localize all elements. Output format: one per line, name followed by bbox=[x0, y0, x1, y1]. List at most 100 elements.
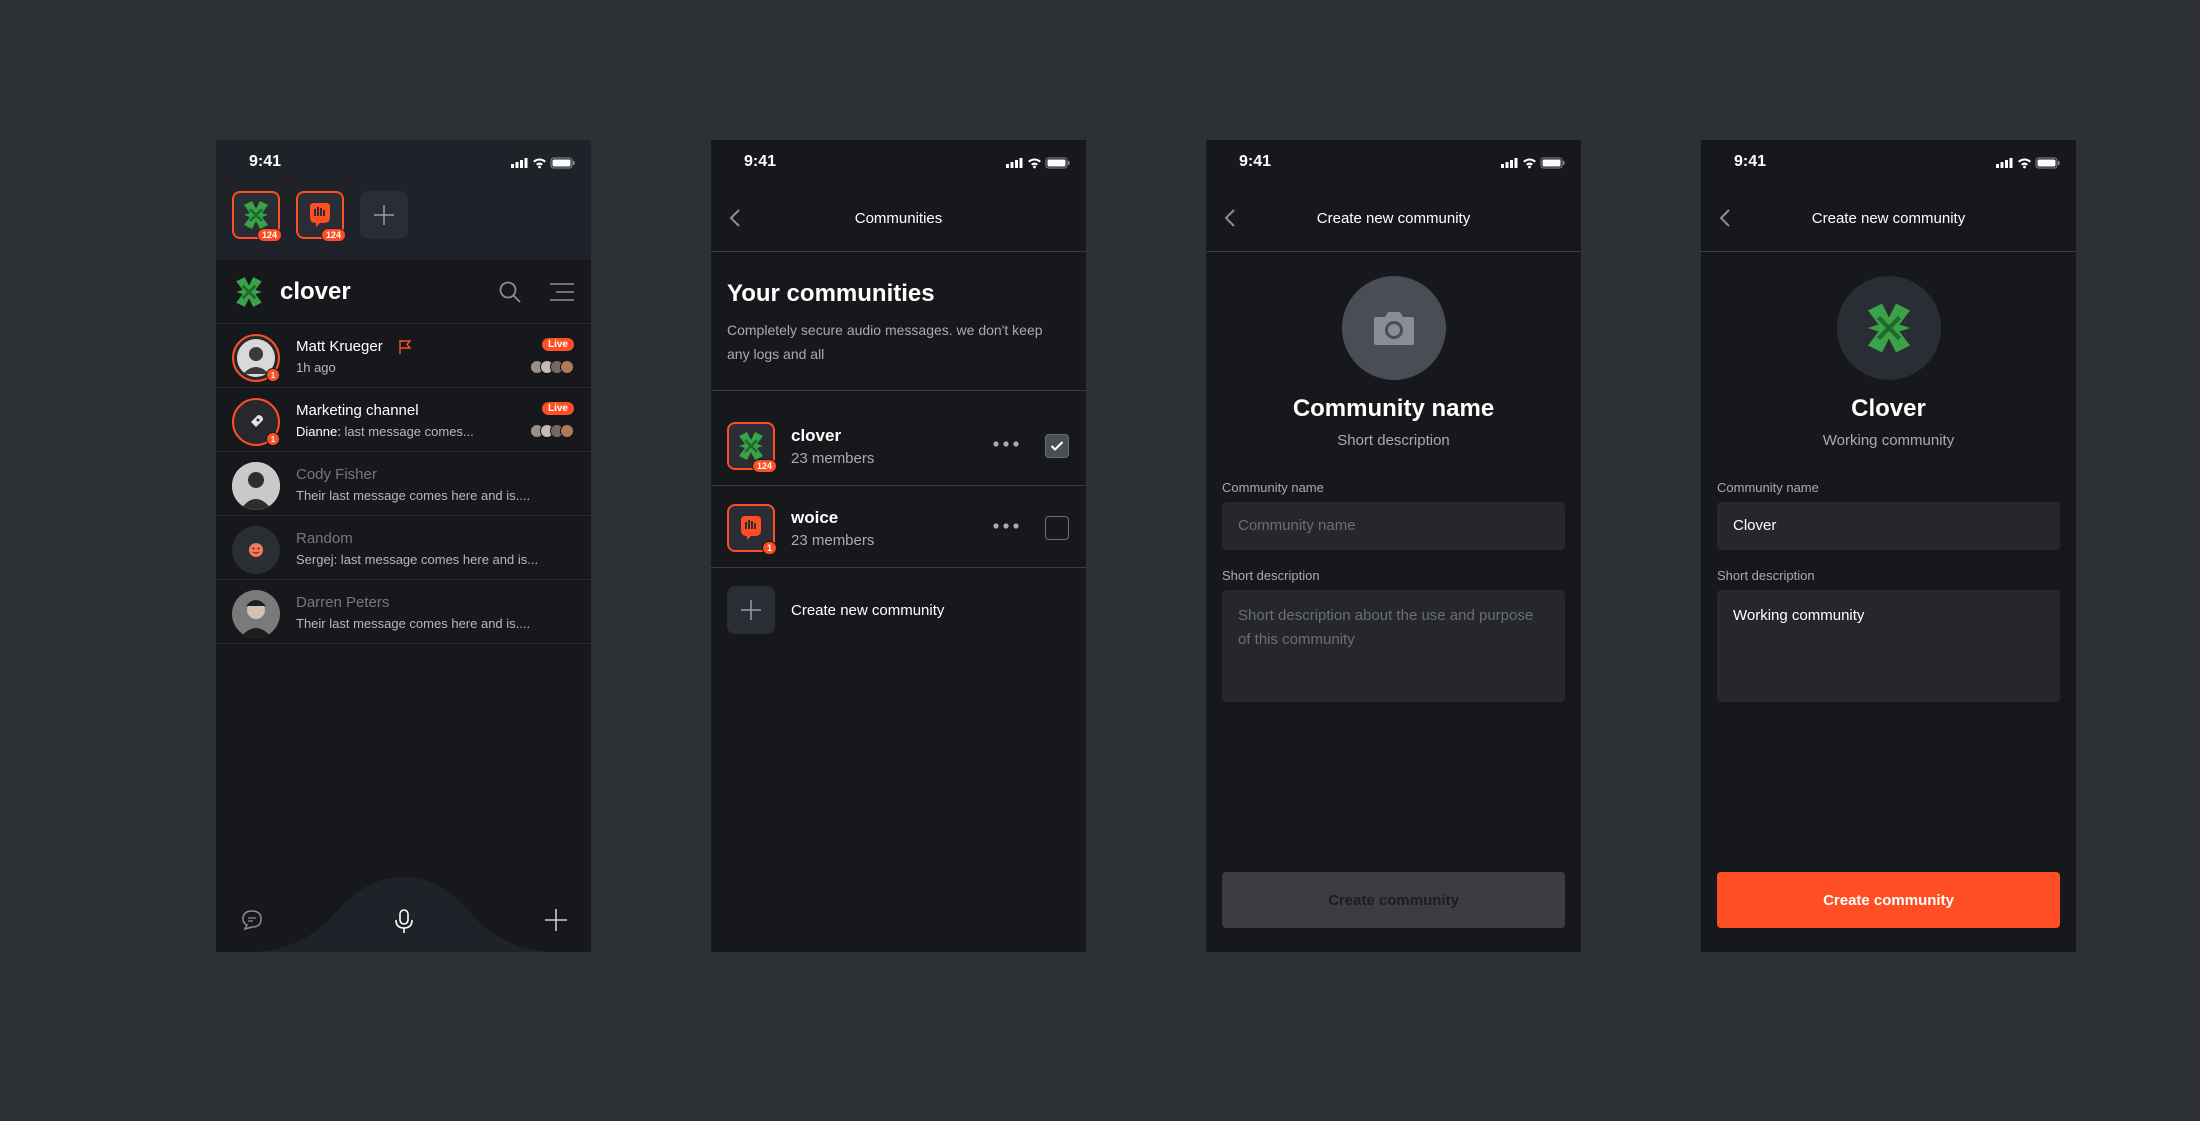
chat-row[interactable]: Random Sergej: last message comes here a… bbox=[216, 516, 591, 580]
menu-icon[interactable] bbox=[549, 282, 575, 302]
woice-logo-icon bbox=[309, 202, 331, 228]
status-time: 9:41 bbox=[1239, 153, 1272, 170]
community-subtitle: Short description bbox=[1337, 432, 1450, 449]
live-badge: Live bbox=[541, 338, 574, 351]
person-icon bbox=[232, 462, 280, 510]
microphone-icon[interactable] bbox=[392, 908, 416, 934]
upload-photo-button[interactable] bbox=[1342, 276, 1446, 380]
unread-badge: 1 bbox=[761, 541, 777, 555]
unread-badge: 124 bbox=[256, 228, 282, 242]
camera-icon bbox=[1374, 312, 1414, 345]
member-count: 23 members bbox=[791, 450, 875, 467]
avatar bbox=[232, 526, 280, 574]
community-title: Clover bbox=[1851, 395, 1926, 422]
chat-subtitle: Their last message comes here and is.... bbox=[296, 616, 531, 631]
nav-title: Communities bbox=[854, 210, 943, 227]
create-community-button[interactable]: Create community bbox=[1222, 872, 1565, 928]
nav-title: Create new community bbox=[1811, 210, 1966, 227]
name-label: Community name bbox=[1222, 480, 1324, 495]
community-subtitle: Working community bbox=[1822, 432, 1955, 449]
flag-icon bbox=[399, 340, 412, 354]
chat-title: Marketing channel bbox=[296, 402, 419, 419]
create-community-empty-screen: 9:41 Create new community Community name… bbox=[1206, 140, 1581, 952]
status-bar: 9:41 bbox=[216, 140, 591, 184]
unread-count: 1 bbox=[266, 432, 280, 446]
participant-avatars bbox=[530, 424, 574, 438]
status-bar: 9:41 bbox=[711, 140, 1086, 184]
short-description-input[interactable]: Working community bbox=[1717, 590, 2060, 702]
select-checkbox[interactable] bbox=[1045, 516, 1069, 540]
community-avatar[interactable] bbox=[1837, 276, 1941, 380]
communities-screen: 9:41 Communities Your communities Comple… bbox=[711, 140, 1086, 952]
woice-logo-icon bbox=[740, 515, 762, 541]
name-label: Community name bbox=[1717, 480, 1819, 495]
participant-avatars bbox=[530, 360, 574, 374]
search-icon[interactable] bbox=[498, 280, 522, 304]
person-icon bbox=[232, 590, 280, 638]
nav-bar: Create new community bbox=[1701, 184, 2076, 252]
chat-title: Darren Peters bbox=[296, 594, 390, 611]
chat-title: Cody Fisher bbox=[296, 466, 377, 483]
create-community-label: Create new community bbox=[791, 602, 945, 619]
status-time: 9:41 bbox=[249, 153, 282, 170]
create-community-button[interactable]: Create community bbox=[1717, 872, 2060, 928]
chat-row[interactable]: 1 Matt Krueger 1h ago Live bbox=[216, 324, 591, 388]
chat-subtitle: Their last message comes here and is.... bbox=[296, 488, 531, 503]
short-description-input[interactable]: Short description about the use and purp… bbox=[1222, 590, 1565, 702]
page-title: Your communities bbox=[727, 280, 935, 307]
unread-badge: 124 bbox=[320, 228, 346, 242]
community-name: clover bbox=[791, 426, 842, 445]
chat-row[interactable]: Darren Peters Their last message comes h… bbox=[216, 580, 591, 644]
more-options-icon[interactable] bbox=[993, 522, 1019, 530]
live-badge: Live bbox=[541, 402, 574, 415]
status-time: 9:41 bbox=[744, 153, 777, 170]
app-header: clover bbox=[216, 260, 591, 324]
bottom-tab-bar bbox=[216, 872, 591, 952]
chat-subtitle: Dianne: last message comes... bbox=[296, 424, 474, 439]
plus-icon[interactable] bbox=[544, 908, 568, 932]
chat-row[interactable]: 1 Marketing channel Dianne: last message… bbox=[216, 388, 591, 452]
home-screen: 9:41 124 124 clover 1 Matt Krueger 1h ag… bbox=[216, 140, 591, 952]
clover-logo-icon bbox=[234, 275, 264, 309]
community-row-clover[interactable]: 124 clover 23 members bbox=[711, 404, 1086, 486]
status-time: 9:41 bbox=[1734, 153, 1767, 170]
checkmark-icon bbox=[1050, 441, 1064, 451]
unread-count: 1 bbox=[266, 368, 280, 382]
create-community-filled-screen: 9:41 Create new community Clover Working… bbox=[1701, 140, 2076, 952]
page-description: Completely secure audio messages. we don… bbox=[727, 322, 1043, 362]
community-row-woice[interactable]: 1 woice 23 members bbox=[711, 486, 1086, 568]
clover-logo-icon bbox=[242, 199, 270, 231]
add-community-tile bbox=[727, 586, 775, 634]
status-bar: 9:41 bbox=[1206, 140, 1581, 184]
clover-logo-icon bbox=[737, 430, 765, 462]
select-checkbox[interactable] bbox=[1045, 434, 1069, 458]
description-label: Short description bbox=[1717, 568, 1815, 583]
chat-subtitle: 1h ago bbox=[296, 360, 336, 375]
chat-title: Random bbox=[296, 530, 353, 547]
community-title: Community name bbox=[1292, 395, 1495, 422]
avatar bbox=[232, 462, 280, 510]
status-icons bbox=[1006, 157, 1070, 169]
divider bbox=[711, 390, 1086, 391]
avatar bbox=[232, 590, 280, 638]
community-name-input[interactable]: Community name bbox=[1222, 502, 1565, 550]
community-tile-woice[interactable]: 124 bbox=[296, 191, 346, 242]
chat-bubble-icon[interactable] bbox=[240, 908, 264, 932]
clover-logo-icon bbox=[1861, 300, 1917, 356]
community-avatar: 1 bbox=[727, 504, 777, 555]
rocket-icon bbox=[250, 415, 263, 428]
avatar: 1 bbox=[232, 334, 280, 382]
more-options-icon[interactable] bbox=[993, 440, 1019, 448]
community-tile-clover[interactable]: 124 bbox=[232, 191, 282, 242]
status-icons bbox=[511, 157, 575, 169]
status-bar: 9:41 bbox=[1701, 140, 2076, 184]
member-count: 23 members bbox=[791, 532, 875, 549]
nav-bar: Create new community bbox=[1206, 184, 1581, 252]
add-community-button[interactable] bbox=[360, 191, 408, 239]
community-name: woice bbox=[791, 508, 839, 527]
plus-icon bbox=[374, 205, 394, 225]
create-community-row[interactable]: Create new community bbox=[711, 570, 1086, 652]
chat-row[interactable]: Cody Fisher Their last message comes her… bbox=[216, 452, 591, 516]
status-icons bbox=[1501, 157, 1565, 169]
community-name-input[interactable]: Clover bbox=[1717, 502, 2060, 550]
